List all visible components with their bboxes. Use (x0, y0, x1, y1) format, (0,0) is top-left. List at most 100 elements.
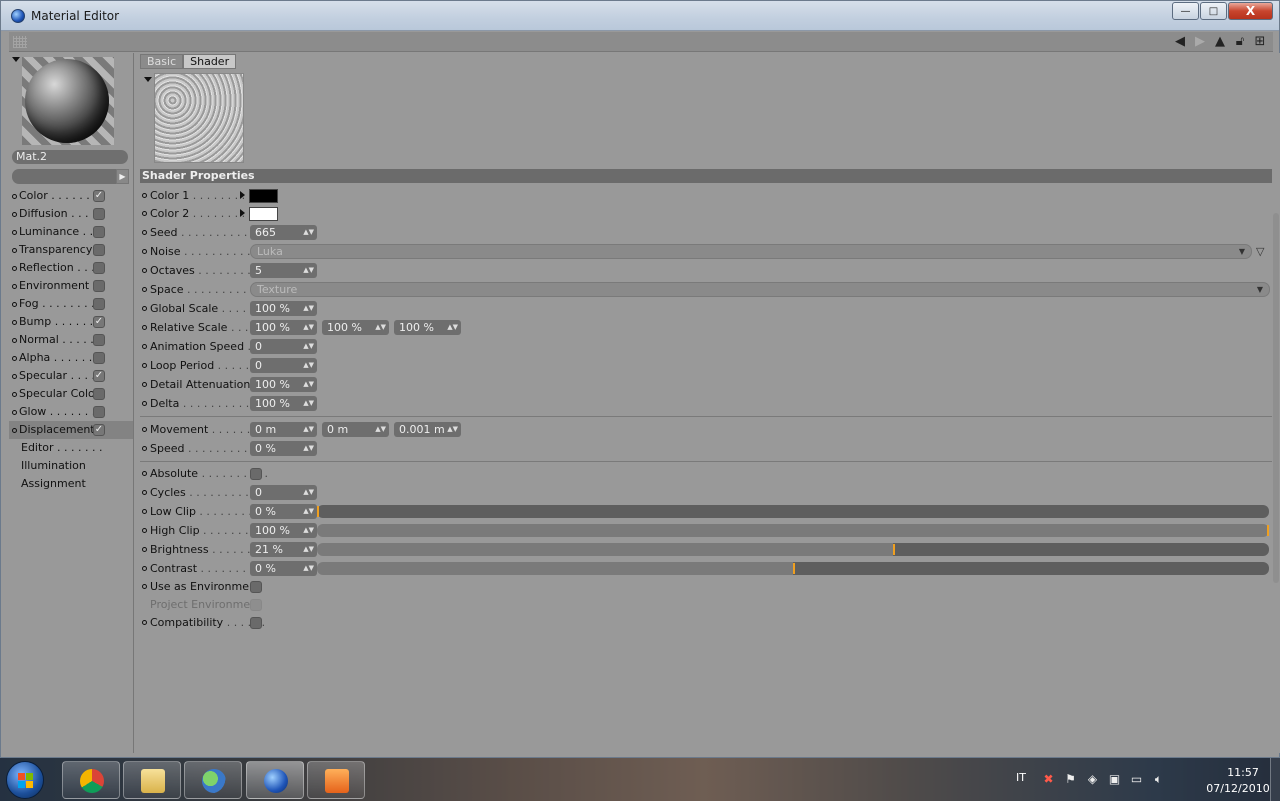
use-as-environment-checkbox[interactable] (250, 581, 262, 593)
loop-period-field[interactable]: 0 ▲▼ (250, 358, 317, 373)
security-alert-icon[interactable]: ✖ (1042, 773, 1055, 786)
relative-scale-z-field[interactable]: 100 % ▲▼ (394, 320, 461, 335)
stepper-icon[interactable]: ▲▼ (303, 504, 314, 519)
lock-icon[interactable]: 🔓︎ (1233, 34, 1247, 49)
animate-dot[interactable] (12, 265, 17, 271)
new-window-icon[interactable]: ⊞ (1253, 34, 1267, 49)
taskbar-media-player[interactable] (307, 761, 365, 799)
channel-search-field[interactable] (12, 169, 116, 184)
stepper-icon[interactable]: ▲▼ (375, 422, 386, 437)
arrow-right-icon[interactable]: ▶ (1193, 34, 1207, 49)
stepper-icon[interactable]: ▲▼ (303, 561, 314, 576)
channel-subitem[interactable]: Editor . . . . . . . (9, 439, 133, 457)
global-scale-field[interactable]: 100 % ▲▼ (250, 301, 317, 316)
animate-dot[interactable] (12, 391, 17, 397)
start-orb-icon[interactable] (6, 761, 44, 799)
shader-thumbnail[interactable] (154, 73, 244, 163)
channel-item[interactable]: Specular Color (9, 385, 133, 403)
absolute-checkbox[interactable] (250, 468, 262, 480)
animate-dot[interactable] (142, 427, 147, 432)
animate-dot[interactable] (12, 247, 17, 253)
channel-subitem[interactable]: Illumination (9, 457, 133, 475)
animate-dot[interactable] (142, 490, 147, 495)
channel-checkbox[interactable]: ✓ (93, 316, 105, 328)
movement-z-field[interactable]: 0.001 m ▲▼ (394, 422, 461, 437)
seed-field[interactable]: 665 ▲▼ (250, 225, 317, 240)
relative-scale-x-field[interactable]: 100 % ▲▼ (250, 320, 317, 335)
channel-checkbox[interactable] (93, 334, 105, 346)
channel-item[interactable]: Glow . . . . . . . . (9, 403, 133, 421)
action-center-flag-icon[interactable]: ⚑ (1064, 773, 1077, 786)
expand-triangle-icon[interactable] (240, 209, 245, 217)
channel-item[interactable]: Color . . . . . . . ✓ (9, 187, 133, 205)
animate-dot[interactable] (12, 373, 17, 379)
stepper-icon[interactable]: ▲▼ (375, 320, 386, 335)
contrast-field[interactable]: 0 % ▲▼ (250, 561, 317, 576)
arrow-left-icon[interactable]: ◀ (1173, 34, 1187, 49)
speed-field[interactable]: 0 % ▲▼ (250, 441, 317, 456)
animation-speed-field[interactable]: 0 ▲▼ (250, 339, 317, 354)
taskbar-explorer[interactable] (123, 761, 181, 799)
animate-dot[interactable] (142, 584, 147, 589)
contrast-slider[interactable] (317, 562, 1269, 575)
channel-checkbox[interactable] (93, 280, 105, 292)
arrow-up-icon[interactable]: ▲ (1213, 34, 1227, 49)
delta-field[interactable]: 100 % ▲▼ (250, 396, 317, 411)
animate-dot[interactable] (142, 446, 147, 451)
animate-dot[interactable] (142, 268, 147, 273)
stepper-icon[interactable]: ▲▼ (447, 320, 458, 335)
animate-dot[interactable] (12, 301, 17, 307)
channel-item[interactable]: Displacement ✓ (9, 421, 133, 439)
taskbar-cinema4d[interactable] (246, 761, 304, 799)
taskbar-messenger[interactable] (184, 761, 242, 799)
material-preview[interactable] (22, 57, 114, 145)
animate-dot[interactable] (12, 409, 17, 415)
channel-checkbox[interactable] (93, 298, 105, 310)
animate-dot[interactable] (142, 620, 147, 625)
tab-shader[interactable]: Shader (183, 54, 237, 69)
stepper-icon[interactable]: ▲▼ (303, 301, 314, 316)
channel-item[interactable]: Normal . . . . . . (9, 331, 133, 349)
display-icon[interactable]: ▭ (1130, 773, 1143, 786)
expand-triangle-icon[interactable] (240, 191, 245, 199)
stepper-icon[interactable]: ▲▼ (303, 339, 314, 354)
vertical-scrollbar[interactable] (1272, 53, 1280, 753)
stepper-icon[interactable]: ▲▼ (303, 320, 314, 335)
detail-attenuation-field[interactable]: 100 % ▲▼ (250, 377, 317, 392)
animate-dot[interactable] (12, 193, 17, 199)
channel-item[interactable]: Bump . . . . . . . ✓ (9, 313, 133, 331)
channel-checkbox[interactable] (93, 388, 105, 400)
channel-item[interactable]: Transparency (9, 241, 133, 259)
noise-dropdown[interactable]: Luka ▼ (250, 244, 1252, 259)
slider-handle[interactable] (793, 563, 795, 574)
stepper-icon[interactable]: ▲▼ (303, 485, 314, 500)
movement-x-field[interactable]: 0 m ▲▼ (250, 422, 317, 437)
stepper-icon[interactable]: ▲▼ (303, 542, 314, 557)
animate-dot[interactable] (12, 283, 17, 289)
animate-dot[interactable] (142, 382, 147, 387)
minimize-button[interactable]: — (1172, 2, 1199, 20)
clock-date[interactable]: 07/12/2010 (1203, 782, 1273, 795)
stepper-icon[interactable]: ▲▼ (303, 396, 314, 411)
cycles-field[interactable]: 0 ▲▼ (250, 485, 317, 500)
animate-dot[interactable] (142, 249, 147, 254)
movement-y-field[interactable]: 0 m ▲▼ (322, 422, 389, 437)
animate-dot[interactable] (142, 193, 147, 198)
brightness-slider[interactable] (317, 543, 1269, 556)
volume-icon[interactable]: 🔈︎ (1152, 773, 1165, 786)
space-dropdown[interactable]: Texture ▼ (250, 282, 1270, 297)
stepper-icon[interactable]: ▲▼ (303, 377, 314, 392)
animate-dot[interactable] (142, 401, 147, 406)
animate-dot[interactable] (142, 509, 147, 514)
octaves-field[interactable]: 5 ▲▼ (250, 263, 317, 278)
channel-checkbox[interactable]: ✓ (93, 370, 105, 382)
tab-basic[interactable]: Basic (140, 54, 184, 69)
animate-dot[interactable] (12, 355, 17, 361)
channel-subitem[interactable]: Assignment (9, 475, 133, 493)
color2-swatch[interactable] (249, 207, 278, 221)
collapse-arrow-icon[interactable] (12, 57, 20, 62)
color1-swatch[interactable] (249, 189, 278, 203)
animate-dot[interactable] (142, 363, 147, 368)
channel-item[interactable]: Environment (9, 277, 133, 295)
show-desktop-button[interactable] (1270, 758, 1280, 801)
